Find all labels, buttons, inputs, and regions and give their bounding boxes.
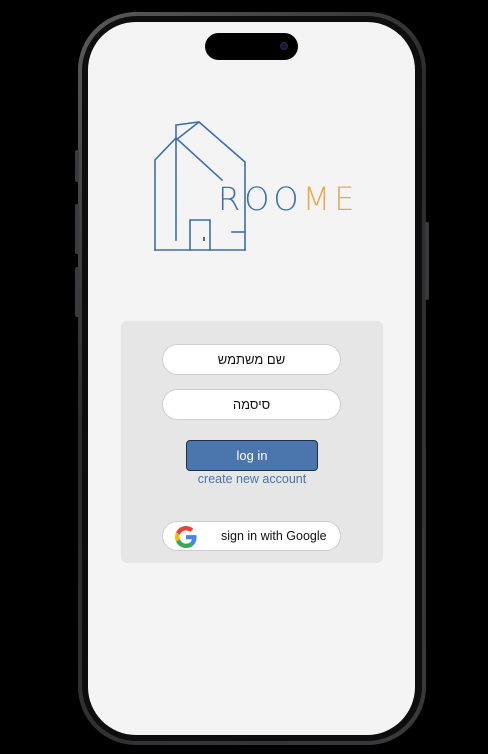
google-logo-icon xyxy=(175,526,197,548)
volume-down-button xyxy=(75,267,79,317)
login-button[interactable]: log in xyxy=(186,440,318,471)
volume-up-button xyxy=(75,204,79,254)
password-input[interactable] xyxy=(162,389,341,420)
front-camera xyxy=(280,42,288,50)
username-input[interactable] xyxy=(162,344,341,375)
google-signin-button[interactable]: sign in with Google xyxy=(162,521,341,551)
logo-text-roo: ROO xyxy=(218,180,303,218)
action-button xyxy=(75,150,79,182)
logo-text-me: ME xyxy=(302,180,359,218)
app-logo-wordmark: ROOME xyxy=(218,180,358,218)
google-signin-label: sign in with Google xyxy=(221,529,327,543)
power-button xyxy=(425,222,429,300)
login-button-label: log in xyxy=(236,448,268,463)
create-account-link[interactable]: create new account xyxy=(186,472,318,486)
